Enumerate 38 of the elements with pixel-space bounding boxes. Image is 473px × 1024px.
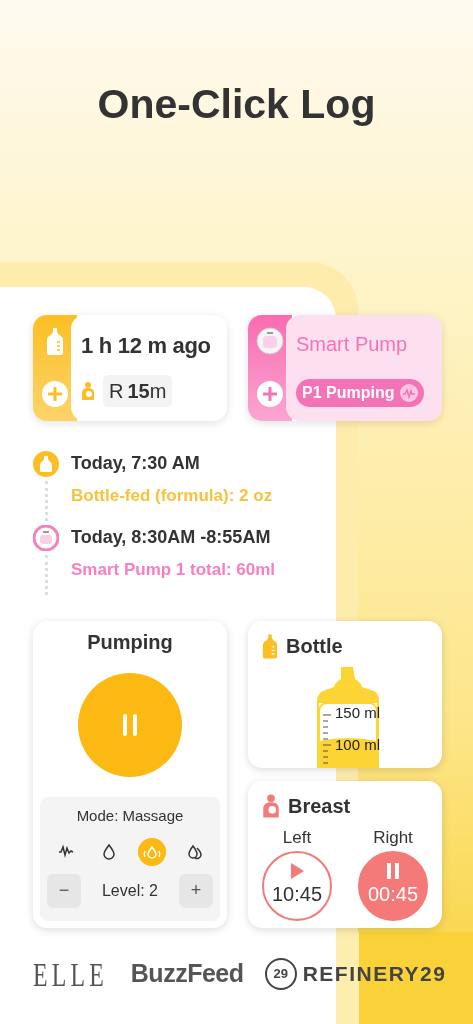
nursing-icon: [81, 381, 95, 401]
level-label: Level: 2: [101, 880, 158, 901]
entry-detail: Bottle-fed (formula): 2 oz: [71, 485, 273, 507]
side-label: Left: [282, 827, 312, 849]
pump-status-badge: P1 Pumping: [296, 379, 425, 407]
press-logo: ELLE: [32, 954, 108, 995]
add-button[interactable]: [42, 381, 68, 407]
timer-button[interactable]: 10:45: [262, 850, 332, 921]
add-button[interactable]: [257, 381, 283, 407]
entry-time: Today, 7:30 AM: [71, 452, 201, 475]
plus-icon: [48, 387, 62, 401]
page-title: One-Click Log: [96, 80, 377, 129]
side-label: Right: [373, 827, 413, 849]
increase-button[interactable]: +: [179, 873, 213, 908]
bottle-icon: [33, 451, 59, 477]
mode-label: Mode: Massage: [76, 806, 184, 826]
pump-icon: [33, 525, 59, 551]
pump-title: Smart Pump: [296, 332, 409, 357]
logo-badge: 29: [264, 958, 297, 990]
press-logo: BuzzFeed: [130, 958, 244, 990]
card-title: Pumping: [87, 630, 173, 655]
bottle-icon: [46, 327, 64, 355]
plus-icon: [263, 387, 277, 401]
card-title: Bottle: [286, 634, 343, 659]
time-since-text: 1 h 12 m ago: [81, 332, 212, 360]
nursing-icon: [262, 793, 280, 819]
entry-time: Today, 8:30AM -8:55AM: [71, 526, 272, 549]
pause-icon: [386, 862, 400, 879]
wave-icon: [400, 384, 419, 402]
last-side-chip: R 15m: [103, 375, 173, 407]
bottle-icon: [262, 633, 278, 659]
volume-mark: 100 ml: [335, 737, 381, 754]
play-icon: [290, 862, 304, 879]
decrease-button[interactable]: −: [47, 873, 81, 908]
pump-icon: [256, 327, 284, 355]
card-title: Breast: [288, 794, 351, 819]
entry-detail: Smart Pump 1 total: 60ml: [71, 559, 276, 581]
pause-icon: [122, 713, 138, 737]
